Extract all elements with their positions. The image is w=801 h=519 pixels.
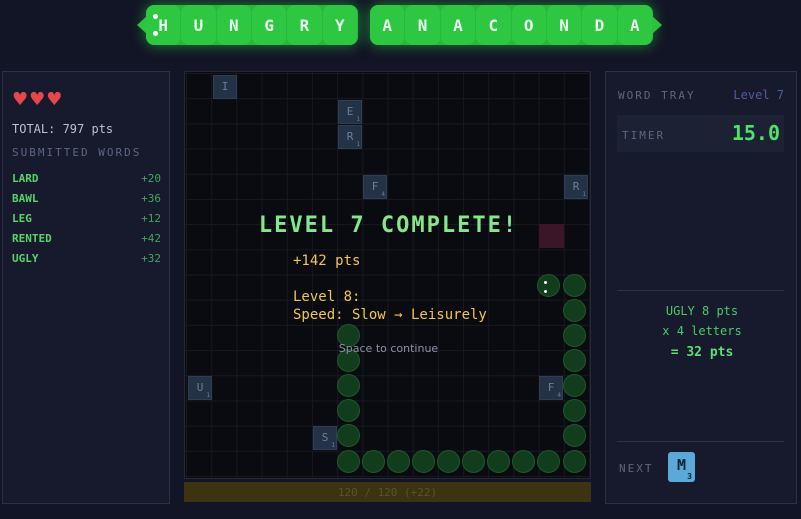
- total-score: TOTAL: 797 pts: [12, 122, 114, 136]
- submitted-word-points: +36: [141, 192, 161, 205]
- snake-segment: [562, 374, 586, 398]
- snake-eye-icon: [153, 14, 158, 19]
- speed-change: Speed: Slow → Leisurely: [293, 307, 487, 323]
- game-board[interactable]: I E1 R1 F4 R1 U1 F4 S1 LEVEL 7 COMPLETE!…: [184, 71, 591, 479]
- word-tray-panel: WORD TRAY Level 7 TIMER 15.0 UGLY 8 pts …: [605, 71, 797, 504]
- snake-segment: [361, 449, 385, 473]
- submitted-word: LEG: [12, 212, 32, 225]
- snake-eye-icon: [153, 31, 158, 36]
- letter-tile: F4: [363, 175, 387, 199]
- level-complete-title: LEVEL 7 COMPLETE!: [258, 213, 519, 238]
- submitted-word-row: BAWL +36: [12, 192, 161, 208]
- submitted-word-points: +12: [141, 212, 161, 225]
- submitted-word-points: +42: [141, 232, 161, 245]
- progress-text: 120 / 120 (+22): [337, 486, 438, 499]
- title-letter: N: [405, 5, 441, 45]
- snake-segment: [562, 424, 586, 448]
- snake-segment: [462, 449, 486, 473]
- next-letter-tile: M3: [668, 452, 695, 482]
- snake-segment: [411, 449, 435, 473]
- letter-tile: R1: [338, 125, 362, 149]
- submitted-word: BAWL: [12, 192, 39, 205]
- title-letter: H: [146, 5, 182, 45]
- title-letter: G: [251, 5, 288, 45]
- submitted-word-row: UGLY +32: [12, 252, 161, 268]
- title-letter: A: [370, 5, 406, 45]
- title-letter: R: [287, 5, 323, 45]
- snake-segment: [562, 273, 586, 297]
- title-letter: A: [617, 5, 653, 45]
- letter-tile: F4: [539, 376, 563, 400]
- lives-hearts-icon: ♥♥♥: [12, 89, 64, 110]
- submitted-word-row: LARD +20: [12, 172, 161, 188]
- submitted-word: LARD: [12, 172, 39, 185]
- snake-head: [537, 273, 561, 297]
- submitted-word-row: LEG +12: [12, 212, 161, 228]
- next-level-label: Level 8:: [293, 289, 361, 305]
- title-letter: N: [546, 5, 583, 45]
- snake-segment: [562, 449, 586, 473]
- submitted-word: RENTED: [12, 232, 52, 245]
- timer-label: TIMER: [622, 129, 666, 142]
- divider: [617, 290, 784, 291]
- letter-tile: R1: [564, 175, 588, 199]
- submitted-word: UGLY: [12, 252, 39, 265]
- snake-segment: [487, 449, 511, 473]
- snake-segment: [512, 449, 536, 473]
- word-tray-label: WORD TRAY: [618, 89, 696, 102]
- level-points: +142 pts: [293, 253, 361, 269]
- title-letter: O: [511, 5, 547, 45]
- snake-segment: [562, 298, 586, 322]
- snake-eye-icon: [544, 281, 547, 284]
- title-letter: A: [440, 5, 477, 45]
- letter-tile: U1: [188, 376, 212, 400]
- next-label: NEXT: [619, 462, 654, 475]
- score-word-line: UGLY 8 pts: [665, 304, 739, 318]
- title-letter: N: [216, 5, 252, 45]
- snake-segment: [336, 374, 360, 398]
- snake-segment: [437, 449, 460, 473]
- snake-segment: [336, 399, 360, 423]
- snake-segment: [336, 449, 360, 473]
- level-progress-bar: 120 / 120 (+22): [184, 482, 591, 502]
- title-letter: D: [582, 5, 618, 45]
- submitted-word-points: +20: [141, 172, 161, 185]
- letter-tile: E1: [338, 100, 362, 124]
- timer-box: TIMER 15.0: [617, 115, 784, 152]
- title-letter: C: [476, 5, 512, 45]
- letter-tile: I: [213, 75, 237, 99]
- submitted-word-points: +32: [141, 252, 161, 265]
- submitted-words-label: SUBMITTED WORDS: [12, 146, 142, 159]
- score-panel: ♥♥♥ TOTAL: 797 pts SUBMITTED WORDS LARD …: [2, 71, 170, 504]
- timer-value: 15.0: [731, 121, 780, 145]
- score-multiplier-line: x 4 letters: [662, 324, 742, 338]
- snake-segment: [537, 449, 561, 473]
- score-total-line: = 32 pts: [670, 345, 734, 360]
- title-word-anaconda: A N A C O N D A: [370, 5, 653, 45]
- title-letter: U: [181, 5, 217, 45]
- letter-tile: S1: [313, 426, 337, 450]
- title-letter: Y: [322, 5, 358, 45]
- snake-tail-icon: [652, 16, 662, 34]
- title-word-hungry: H U N G R Y: [146, 5, 358, 45]
- submitted-word-row: RENTED +42: [12, 232, 161, 248]
- snake-eye-icon: [544, 290, 547, 293]
- snake-segment: [336, 424, 360, 448]
- divider: [617, 441, 784, 442]
- level-indicator: Level 7: [733, 88, 784, 102]
- game-title: H U N G R Y A N A C O N D A: [137, 5, 662, 45]
- continue-hint: Space to continue: [338, 342, 439, 355]
- snake-segment: [562, 399, 586, 423]
- snake-segment: [386, 449, 410, 473]
